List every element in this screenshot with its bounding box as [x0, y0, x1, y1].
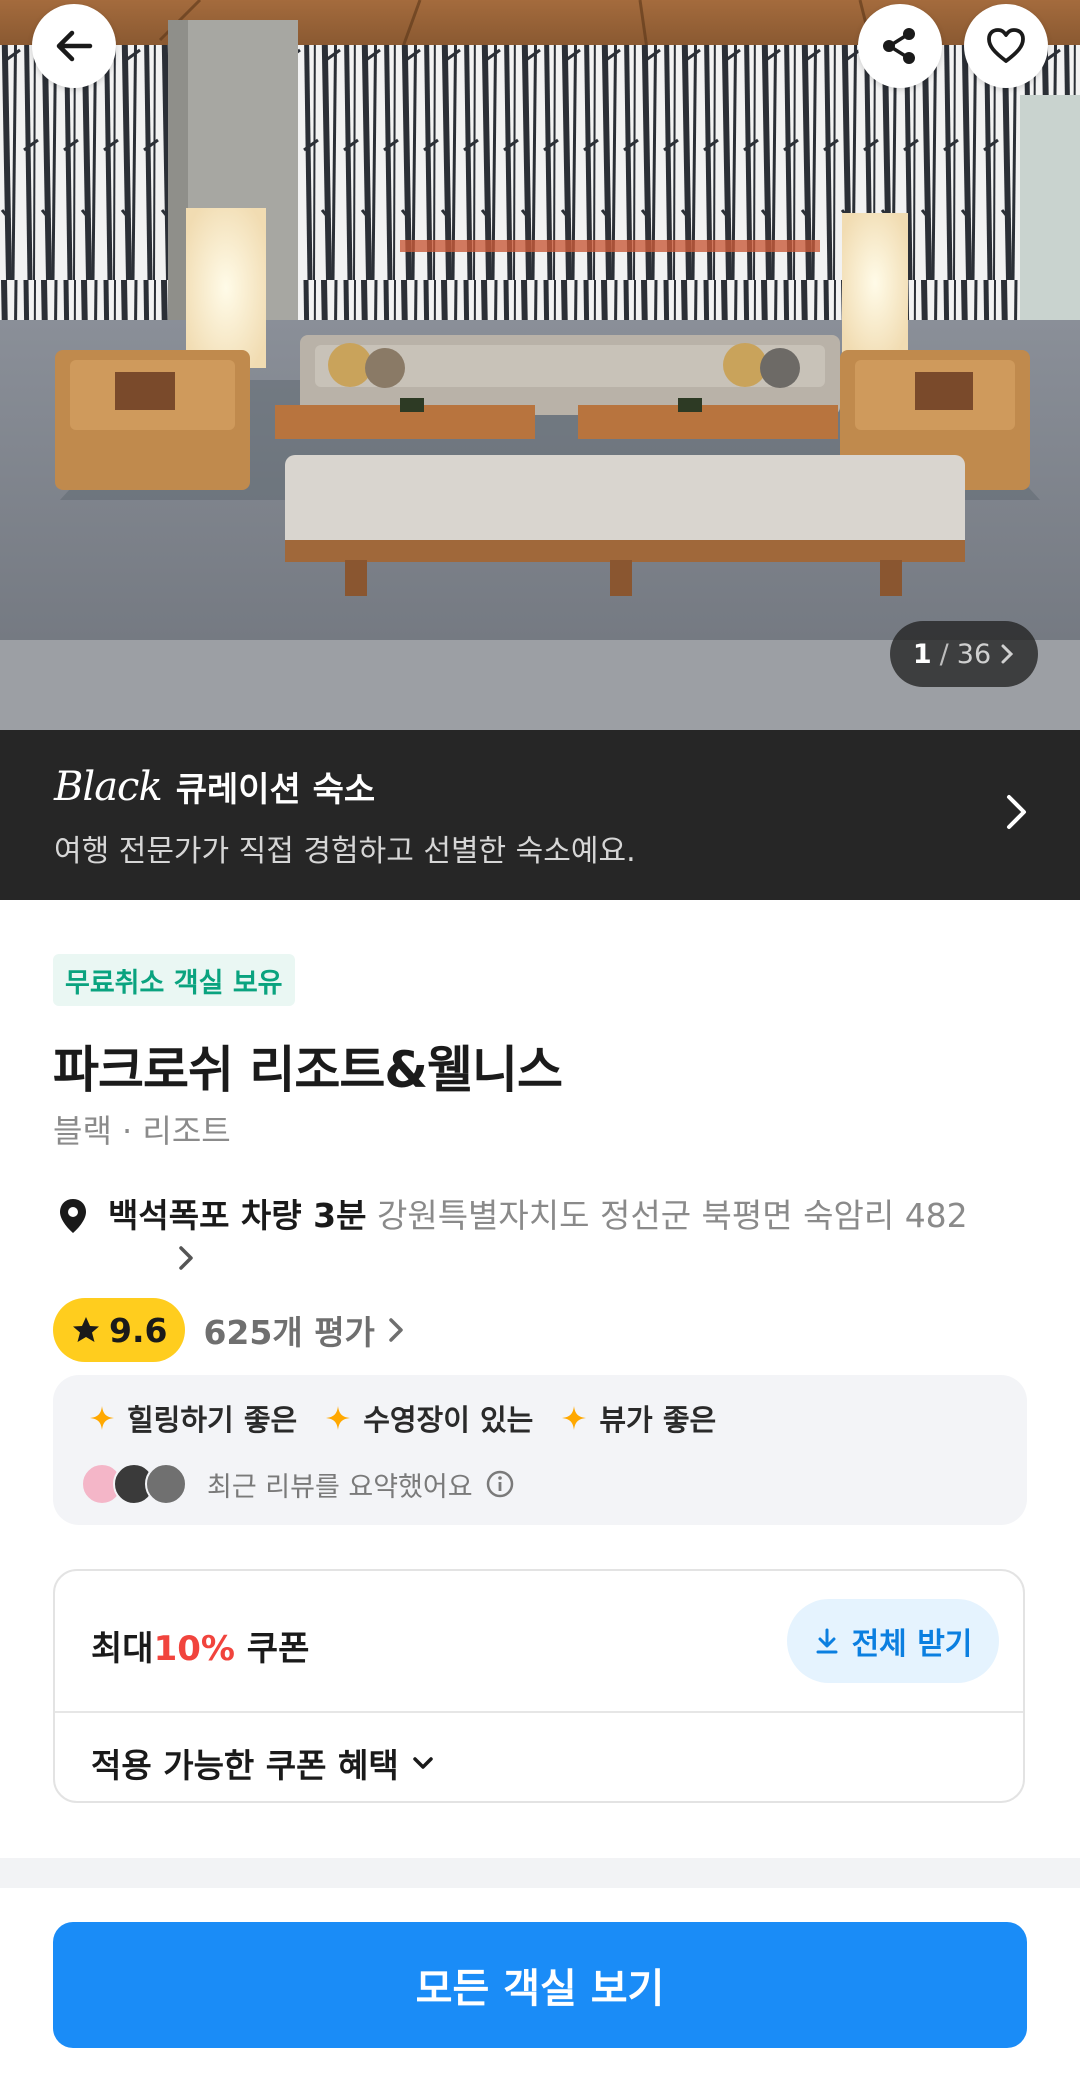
curation-banner[interactable]: Black 큐레이션 숙소 여행 전문가가 직접 경험하고 선별한 숙소예요. [0, 730, 1080, 900]
get-all-coupons-button[interactable]: 전체 받기 [787, 1599, 999, 1683]
back-button[interactable] [32, 4, 116, 88]
summary-tag: 수영장이 있는 [325, 1397, 533, 1439]
full-address: 강원특별자치도 정선군 북평면 숙암리 482 [376, 1196, 968, 1235]
gallery-total: 36 [956, 638, 992, 670]
summary-note-row: 최근 리뷰를 요약했어요 [81, 1463, 515, 1505]
summary-tag: 뷰가 좋은 [561, 1397, 716, 1439]
hotel-category: 블랙 · 리조트 [53, 1112, 231, 1150]
chevron-right-icon [389, 1318, 403, 1342]
share-button[interactable] [858, 4, 942, 88]
hotel-name: 파크로쉬 리조트&웰니스 [53, 1041, 563, 1099]
chevron-right-icon [179, 1246, 193, 1270]
review-count: 625개 평가 [203, 1313, 375, 1352]
coupon-suffix: 쿠폰 [246, 1629, 310, 1669]
coupon-percent: 10% [153, 1629, 235, 1669]
summary-tag: 힐링하기 좋은 [89, 1397, 297, 1439]
review-count-link[interactable]: 625개 평가 [203, 1306, 404, 1354]
gallery-current: 1 [912, 638, 932, 670]
banner-title-row: Black 큐레이션 숙소 [54, 762, 375, 811]
nearby-landmark: 백석폭포 차량 3분 [108, 1196, 367, 1235]
coupon-prefix: 최대 [91, 1629, 154, 1669]
coupon-title: 최대10% 쿠폰 [91, 1621, 309, 1670]
coupon-box: 최대10% 쿠폰 전체 받기 적용 가능한 쿠폰 혜택 [53, 1569, 1025, 1803]
star-icon [73, 1317, 99, 1342]
favorite-button[interactable] [964, 4, 1048, 88]
location-pin-icon [60, 1199, 86, 1233]
rating-score: 9.6 [109, 1310, 168, 1350]
summary-tag-label: 뷰가 좋은 [599, 1403, 717, 1437]
gallery-counter[interactable]: 1 / 36 [890, 621, 1038, 687]
review-summary: 힐링하기 좋은 수영장이 있는 뷰가 좋은 최근 리뷰를 요약했어요 [53, 1375, 1027, 1525]
chevron-down-icon [412, 1757, 433, 1769]
reviewer-avatars [81, 1463, 187, 1505]
chevron-right-icon [1007, 795, 1026, 829]
arrow-left-icon [56, 30, 93, 62]
coupon-divider [55, 1711, 1023, 1713]
coupon-benefits-label: 적용 가능한 쿠폰 혜택 [91, 1746, 399, 1785]
info-icon[interactable] [485, 1469, 515, 1499]
rating-row[interactable]: 9.6 625개 평가 [53, 1298, 405, 1362]
sparkle-icon [326, 1406, 351, 1430]
summary-note: 최근 리뷰를 요약했어요 [207, 1471, 473, 1503]
sparkle-icon [90, 1406, 114, 1430]
hero-gallery[interactable]: 1 / 36 [0, 0, 1080, 730]
coupon-benefits-toggle[interactable]: 적용 가능한 쿠폰 혜택 [91, 1739, 435, 1787]
black-brand-logo: Black [54, 763, 163, 810]
view-all-rooms-button[interactable]: 모든 객실 보기 [53, 1922, 1027, 2048]
summary-tag-label: 수영장이 있는 [363, 1403, 534, 1437]
get-all-label: 전체 받기 [851, 1627, 973, 1662]
free-cancel-badge: 무료취소 객실 보유 [53, 954, 295, 1006]
banner-description: 여행 전문가가 직접 경험하고 선별한 숙소예요. [54, 834, 636, 869]
banner-title: 큐레이션 숙소 [175, 770, 376, 810]
sparkle-icon [562, 1406, 587, 1430]
rating-badge: 9.6 [53, 1298, 186, 1362]
chevron-right-icon [1001, 644, 1014, 664]
section-separator [0, 1858, 1080, 1888]
summary-tag-label: 힐링하기 좋은 [127, 1403, 298, 1437]
avatar [145, 1463, 187, 1505]
gallery-separator: / [939, 638, 949, 670]
share-icon [883, 28, 915, 64]
download-icon [816, 1628, 838, 1654]
summary-tags: 힐링하기 좋은 수영장이 있는 뷰가 좋은 [89, 1397, 716, 1439]
address-text: 백석폭포 차량 3분 강원특별자치도 정선군 북평면 숙암리 482 [108, 1193, 1028, 1239]
heart-icon [987, 28, 1025, 63]
